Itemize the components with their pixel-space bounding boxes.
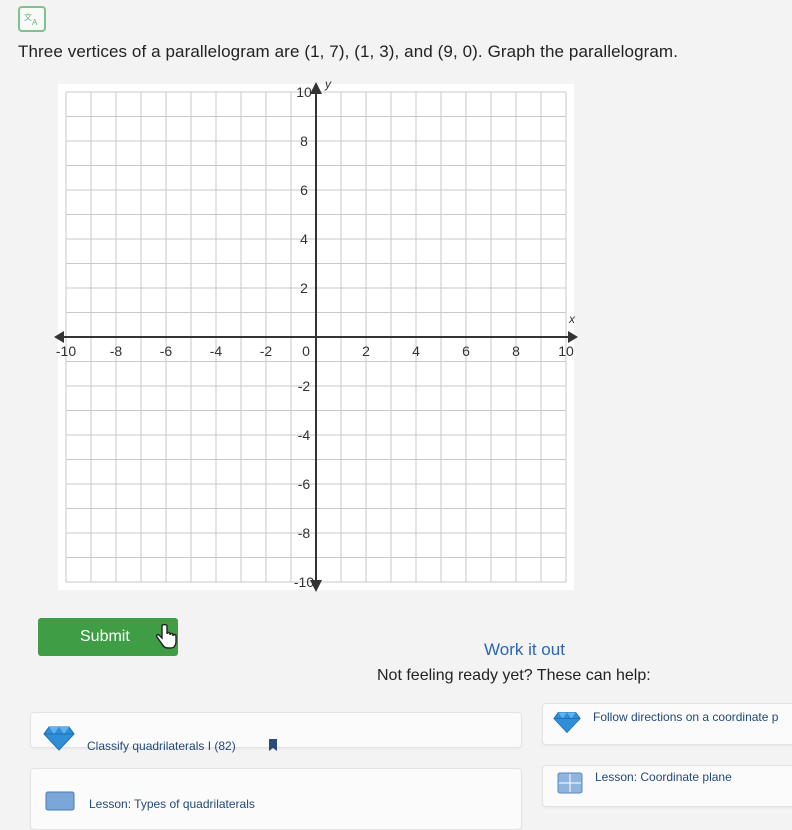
x-tick-label: -10 [56, 343, 76, 359]
resource-card-classify[interactable]: Classify quadrilaterals I (82) [30, 712, 522, 753]
resource-label: Lesson: Coordinate plane [595, 770, 732, 784]
x-tick-label: 2 [362, 343, 370, 359]
diamond-icon [43, 726, 75, 751]
y-tick-label: 6 [300, 182, 308, 198]
work-it-out-link[interactable]: Work it out [484, 640, 565, 660]
x-tick-label: 6 [462, 343, 470, 359]
y-tick-label: -6 [298, 476, 311, 492]
lesson-icon [557, 772, 583, 794]
submit-label: Submit [80, 628, 130, 645]
resource-card-coordinate-directions[interactable]: Follow directions on a coordinate p [542, 703, 792, 745]
y-tick-label: -10 [294, 574, 314, 590]
resource-card-types-quadrilaterals[interactable]: Lesson: Types of quadrilaterals [30, 768, 522, 830]
resource-label: Classify quadrilaterals I (82) [87, 739, 236, 753]
y-tick-label: -4 [298, 427, 311, 443]
x-tick-label: -2 [260, 343, 273, 359]
bookmark-icon [269, 739, 277, 751]
y-tick-label: 2 [300, 280, 308, 296]
diamond-icon [553, 711, 581, 734]
hand-cursor-icon [155, 624, 177, 649]
x-tick-label: 0 [302, 343, 310, 359]
y-tick-label: 4 [300, 231, 308, 247]
y-axis-label: y [324, 77, 332, 91]
resource-label: Follow directions on a coordinate p [593, 710, 779, 724]
x-axis-label: x [568, 312, 576, 326]
y-tick-label: -2 [298, 378, 311, 394]
x-tick-label: 8 [512, 343, 520, 359]
x-tick-label: -4 [210, 343, 223, 359]
resource-card-coordinate-plane[interactable]: Lesson: Coordinate plane [542, 765, 792, 807]
resource-label: Lesson: Types of quadrilaterals [89, 797, 255, 811]
y-tick-label: 10 [296, 84, 312, 100]
help-prompt: Not feeling ready yet? These can help: [377, 667, 651, 684]
lesson-icon [45, 791, 75, 811]
x-tick-label: 10 [558, 343, 574, 359]
x-tick-label: -8 [110, 343, 123, 359]
x-tick-label: 4 [412, 343, 420, 359]
x-tick-label: -6 [160, 343, 173, 359]
y-tick-label: 8 [300, 133, 308, 149]
y-tick-label: -8 [298, 525, 311, 541]
